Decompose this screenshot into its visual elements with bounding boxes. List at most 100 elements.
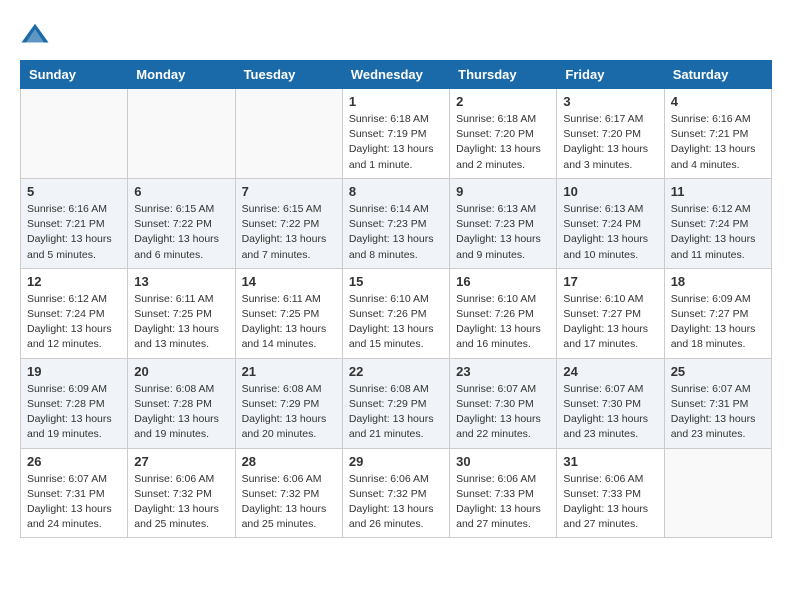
calendar-cell: 28 Sunrise: 6:06 AM Sunset: 7:32 PM Dayli… (235, 448, 342, 538)
day-number: 27 (134, 454, 228, 469)
calendar-cell: 27 Sunrise: 6:06 AM Sunset: 7:32 PM Dayli… (128, 448, 235, 538)
day-info: Sunrise: 6:07 AM Sunset: 7:31 PM Dayligh… (671, 382, 765, 443)
day-number: 17 (563, 274, 657, 289)
calendar-cell: 4 Sunrise: 6:16 AM Sunset: 7:21 PM Daylig… (664, 89, 771, 179)
day-number: 20 (134, 364, 228, 379)
calendar-cell (664, 448, 771, 538)
calendar-header-friday: Friday (557, 61, 664, 89)
day-info: Sunrise: 6:10 AM Sunset: 7:26 PM Dayligh… (456, 292, 550, 353)
day-number: 12 (27, 274, 121, 289)
calendar-cell: 21 Sunrise: 6:08 AM Sunset: 7:29 PM Dayli… (235, 358, 342, 448)
calendar-cell (128, 89, 235, 179)
day-info: Sunrise: 6:07 AM Sunset: 7:31 PM Dayligh… (27, 472, 121, 533)
calendar-cell: 30 Sunrise: 6:06 AM Sunset: 7:33 PM Dayli… (450, 448, 557, 538)
day-number: 23 (456, 364, 550, 379)
day-number: 2 (456, 94, 550, 109)
day-number: 11 (671, 184, 765, 199)
calendar-cell: 26 Sunrise: 6:07 AM Sunset: 7:31 PM Dayli… (21, 448, 128, 538)
calendar-cell: 11 Sunrise: 6:12 AM Sunset: 7:24 PM Dayli… (664, 178, 771, 268)
calendar-cell: 5 Sunrise: 6:16 AM Sunset: 7:21 PM Daylig… (21, 178, 128, 268)
day-info: Sunrise: 6:18 AM Sunset: 7:20 PM Dayligh… (456, 112, 550, 173)
day-info: Sunrise: 6:09 AM Sunset: 7:27 PM Dayligh… (671, 292, 765, 353)
day-info: Sunrise: 6:12 AM Sunset: 7:24 PM Dayligh… (27, 292, 121, 353)
calendar-week-row: 1 Sunrise: 6:18 AM Sunset: 7:19 PM Daylig… (21, 89, 772, 179)
day-number: 14 (242, 274, 336, 289)
day-number: 13 (134, 274, 228, 289)
day-number: 6 (134, 184, 228, 199)
calendar-cell: 6Sunrise: 6:15 AM Sunset: 7:22 PM Daylig… (128, 178, 235, 268)
calendar-cell (21, 89, 128, 179)
calendar-cell: 17 Sunrise: 6:10 AM Sunset: 7:27 PM Dayli… (557, 268, 664, 358)
calendar-week-row: 19 Sunrise: 6:09 AM Sunset: 7:28 PM Dayli… (21, 358, 772, 448)
calendar-cell (235, 89, 342, 179)
day-info: Sunrise: 6:06 AM Sunset: 7:32 PM Dayligh… (242, 472, 336, 533)
calendar-header-monday: Monday (128, 61, 235, 89)
calendar-cell: 18Sunrise: 6:09 AM Sunset: 7:27 PM Dayli… (664, 268, 771, 358)
calendar-cell: 29 Sunrise: 6:06 AM Sunset: 7:32 PM Dayli… (342, 448, 449, 538)
calendar-week-row: 5 Sunrise: 6:16 AM Sunset: 7:21 PM Daylig… (21, 178, 772, 268)
calendar-week-row: 26 Sunrise: 6:07 AM Sunset: 7:31 PM Dayli… (21, 448, 772, 538)
calendar-header-thursday: Thursday (450, 61, 557, 89)
day-info: Sunrise: 6:10 AM Sunset: 7:26 PM Dayligh… (349, 292, 443, 353)
day-info: Sunrise: 6:17 AM Sunset: 7:20 PM Dayligh… (563, 112, 657, 173)
day-number: 24 (563, 364, 657, 379)
calendar-header-tuesday: Tuesday (235, 61, 342, 89)
day-info: Sunrise: 6:08 AM Sunset: 7:28 PM Dayligh… (134, 382, 228, 443)
calendar-header-saturday: Saturday (664, 61, 771, 89)
day-number: 21 (242, 364, 336, 379)
day-number: 25 (671, 364, 765, 379)
calendar-cell: 9Sunrise: 6:13 AM Sunset: 7:23 PM Daylig… (450, 178, 557, 268)
day-info: Sunrise: 6:16 AM Sunset: 7:21 PM Dayligh… (671, 112, 765, 173)
calendar-cell: 1 Sunrise: 6:18 AM Sunset: 7:19 PM Daylig… (342, 89, 449, 179)
day-number: 29 (349, 454, 443, 469)
day-info: Sunrise: 6:07 AM Sunset: 7:30 PM Dayligh… (563, 382, 657, 443)
page-header (20, 20, 772, 50)
day-info: Sunrise: 6:06 AM Sunset: 7:33 PM Dayligh… (456, 472, 550, 533)
day-info: Sunrise: 6:13 AM Sunset: 7:24 PM Dayligh… (563, 202, 657, 263)
calendar-cell: 10Sunrise: 6:13 AM Sunset: 7:24 PM Dayli… (557, 178, 664, 268)
day-info: Sunrise: 6:06 AM Sunset: 7:33 PM Dayligh… (563, 472, 657, 533)
logo (20, 20, 54, 50)
day-info: Sunrise: 6:08 AM Sunset: 7:29 PM Dayligh… (242, 382, 336, 443)
day-info: Sunrise: 6:06 AM Sunset: 7:32 PM Dayligh… (134, 472, 228, 533)
calendar-header-wednesday: Wednesday (342, 61, 449, 89)
calendar-cell: 31Sunrise: 6:06 AM Sunset: 7:33 PM Dayli… (557, 448, 664, 538)
day-number: 26 (27, 454, 121, 469)
day-info: Sunrise: 6:13 AM Sunset: 7:23 PM Dayligh… (456, 202, 550, 263)
day-number: 5 (27, 184, 121, 199)
day-number: 3 (563, 94, 657, 109)
day-info: Sunrise: 6:12 AM Sunset: 7:24 PM Dayligh… (671, 202, 765, 263)
day-info: Sunrise: 6:08 AM Sunset: 7:29 PM Dayligh… (349, 382, 443, 443)
day-info: Sunrise: 6:15 AM Sunset: 7:22 PM Dayligh… (242, 202, 336, 263)
day-number: 22 (349, 364, 443, 379)
day-number: 7 (242, 184, 336, 199)
day-number: 4 (671, 94, 765, 109)
calendar-cell: 7 Sunrise: 6:15 AM Sunset: 7:22 PM Daylig… (235, 178, 342, 268)
day-number: 16 (456, 274, 550, 289)
calendar-table: SundayMondayTuesdayWednesdayThursdayFrid… (20, 60, 772, 538)
day-number: 1 (349, 94, 443, 109)
calendar-cell: 12 Sunrise: 6:12 AM Sunset: 7:24 PM Dayli… (21, 268, 128, 358)
calendar-cell: 24 Sunrise: 6:07 AM Sunset: 7:30 PM Dayli… (557, 358, 664, 448)
calendar-cell: 23Sunrise: 6:07 AM Sunset: 7:30 PM Dayli… (450, 358, 557, 448)
calendar-header-sunday: Sunday (21, 61, 128, 89)
logo-icon (20, 20, 50, 50)
calendar-cell: 19 Sunrise: 6:09 AM Sunset: 7:28 PM Dayli… (21, 358, 128, 448)
day-info: Sunrise: 6:11 AM Sunset: 7:25 PM Dayligh… (134, 292, 228, 353)
calendar-cell: 25 Sunrise: 6:07 AM Sunset: 7:31 PM Dayli… (664, 358, 771, 448)
day-number: 15 (349, 274, 443, 289)
day-info: Sunrise: 6:09 AM Sunset: 7:28 PM Dayligh… (27, 382, 121, 443)
calendar-header-row: SundayMondayTuesdayWednesdayThursdayFrid… (21, 61, 772, 89)
day-info: Sunrise: 6:16 AM Sunset: 7:21 PM Dayligh… (27, 202, 121, 263)
day-number: 19 (27, 364, 121, 379)
day-number: 30 (456, 454, 550, 469)
day-number: 8 (349, 184, 443, 199)
day-info: Sunrise: 6:10 AM Sunset: 7:27 PM Dayligh… (563, 292, 657, 353)
day-info: Sunrise: 6:18 AM Sunset: 7:19 PM Dayligh… (349, 112, 443, 173)
day-info: Sunrise: 6:14 AM Sunset: 7:23 PM Dayligh… (349, 202, 443, 263)
calendar-cell: 20 Sunrise: 6:08 AM Sunset: 7:28 PM Dayli… (128, 358, 235, 448)
calendar-cell: 14 Sunrise: 6:11 AM Sunset: 7:25 PM Dayli… (235, 268, 342, 358)
day-info: Sunrise: 6:11 AM Sunset: 7:25 PM Dayligh… (242, 292, 336, 353)
day-info: Sunrise: 6:06 AM Sunset: 7:32 PM Dayligh… (349, 472, 443, 533)
day-number: 28 (242, 454, 336, 469)
